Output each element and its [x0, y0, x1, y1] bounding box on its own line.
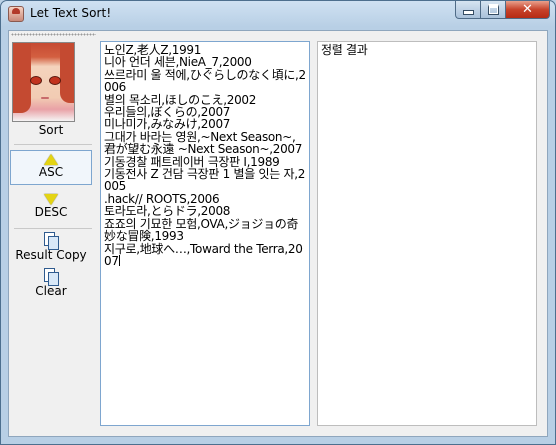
avatar-mouth	[41, 97, 49, 99]
toolbar-grip[interactable]	[11, 33, 96, 36]
maximize-icon	[487, 4, 499, 15]
arrow-down-icon	[44, 194, 58, 205]
copy-icon	[44, 232, 59, 250]
close-icon: ✕	[522, 2, 533, 17]
avatar-hair-left	[13, 43, 31, 113]
sort-button[interactable]: Sort	[10, 123, 92, 141]
sort-label: Sort	[38, 123, 64, 137]
result-text: 정렬 결과	[321, 43, 368, 57]
avatar[interactable]	[12, 42, 75, 122]
result-textarea[interactable]: 정렬 결과	[317, 41, 537, 426]
avatar-eye-right	[49, 76, 61, 85]
avatar-hair-right	[60, 43, 74, 103]
input-textarea[interactable]: 노인Z,老人Z,1991 니아 언더 세븐,NieA_7,2000 쓰르라미 울…	[100, 41, 310, 426]
clear-label: Clear	[35, 284, 67, 298]
divider	[14, 144, 92, 145]
desc-button[interactable]: DESC	[10, 191, 92, 226]
app-window: Let Text Sort! ✕ Sort ASC DESC Result Co…	[0, 0, 556, 445]
avatar-eye-left	[30, 76, 42, 85]
result-copy-button[interactable]: Result Copy	[10, 230, 92, 268]
minimize-icon	[462, 10, 474, 15]
window-title: Let Text Sort!	[30, 6, 112, 20]
app-icon[interactable]	[8, 6, 24, 22]
minimize-button[interactable]	[455, 1, 481, 19]
input-text: 노인Z,老人Z,1991 니아 언더 세븐,NieA_7,2000 쓰르라미 울…	[104, 44, 306, 267]
divider	[14, 228, 92, 229]
maximize-button[interactable]	[481, 1, 506, 19]
arrow-up-icon	[44, 154, 58, 165]
desc-label: DESC	[34, 205, 68, 219]
caption-buttons: ✕	[455, 1, 550, 19]
asc-label: ASC	[38, 165, 64, 179]
text-caret	[118, 254, 120, 266]
clear-button[interactable]: Clear	[10, 266, 92, 304]
asc-button[interactable]: ASC	[10, 150, 92, 185]
input-text-content: 노인Z,老人Z,1991 니아 언더 세븐,NieA_7,2000 쓰르라미 울…	[104, 43, 306, 268]
close-button[interactable]: ✕	[506, 1, 550, 19]
sidebar: Sort ASC DESC Result Copy Clear	[10, 39, 96, 309]
title-bar[interactable]: Let Text Sort! ✕	[1, 1, 555, 29]
client-area: Sort ASC DESC Result Copy Clear 노인Z,老人Z,…	[8, 30, 548, 437]
result-copy-label: Result Copy	[15, 248, 87, 262]
clear-icon	[44, 268, 59, 286]
